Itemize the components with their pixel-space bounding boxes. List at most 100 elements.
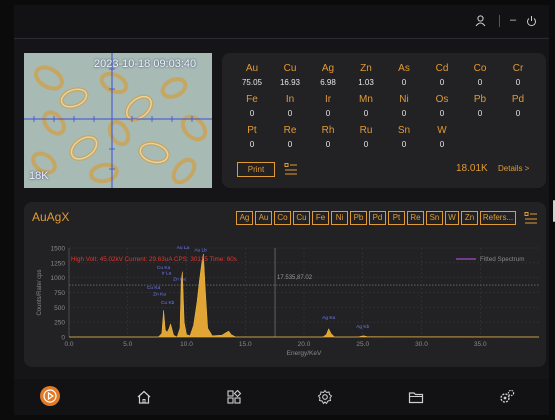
list-icon[interactable] xyxy=(284,162,298,176)
spectrum-chart[interactable]: 02505007501000125015000.0 5.0 10.0 15.0 20.0… xyxy=(24,202,546,367)
y-tick-label: 750 xyxy=(54,290,65,297)
element-symbol: Pd xyxy=(511,94,525,105)
element-cell-zn: Zn 1.03 xyxy=(346,63,386,87)
element-symbol: Cu xyxy=(283,63,297,74)
element-symbol: Cr xyxy=(512,63,524,74)
element-value: 0 xyxy=(477,109,483,118)
element-cell-ir: Ir 0 xyxy=(308,94,348,118)
x-tick-label: 20.0 xyxy=(298,341,311,348)
element-value: 0 xyxy=(363,109,369,118)
element-cell-ag: Ag 6.98 xyxy=(308,63,348,87)
header-divider xyxy=(14,38,549,39)
element-symbol: Ir xyxy=(324,94,332,105)
print-button[interactable]: Print xyxy=(237,162,275,177)
element-symbol: Sn xyxy=(397,125,411,136)
element-value: 1.03 xyxy=(358,78,374,87)
element-cell-co: Co 0 xyxy=(460,63,500,87)
element-value: 0 xyxy=(401,78,407,87)
peak-label: Ag Kb xyxy=(356,324,369,330)
element-value: 0 xyxy=(287,109,293,118)
element-cell-mn: Mn 0 xyxy=(346,94,386,118)
element-symbol: Pb xyxy=(473,94,487,105)
y-tick-label: 1000 xyxy=(51,275,66,282)
cursor-readout: 17.535,87.02 xyxy=(277,275,313,281)
play-icon xyxy=(43,389,57,403)
minimize-button[interactable]: – xyxy=(510,14,516,26)
element-value: 0 xyxy=(249,109,255,118)
element-symbol: Ni xyxy=(399,94,409,105)
element-value: 0 xyxy=(249,140,255,149)
element-cell-cu: Cu 16.93 xyxy=(270,63,310,87)
element-symbol: Cd xyxy=(435,63,449,74)
element-symbol: Os xyxy=(435,94,449,105)
peak-label: Ag Ka xyxy=(322,315,335,321)
element-cell-cr: Cr 0 xyxy=(498,63,538,87)
x-tick-label: 30.0 xyxy=(415,341,428,348)
element-symbol: W xyxy=(437,125,447,136)
y-tick-label: 1500 xyxy=(51,246,66,253)
element-value: 0 xyxy=(325,140,331,149)
element-symbol: Fe xyxy=(246,94,258,105)
element-symbol: Ag xyxy=(321,63,335,74)
x-tick-label: 10.0 xyxy=(180,341,193,348)
x-tick-label: 15.0 xyxy=(239,341,252,348)
element-symbol: In xyxy=(285,94,295,105)
x-tick-label: 25.0 xyxy=(356,341,369,348)
element-value: 16.93 xyxy=(279,78,301,87)
x-tick-label: 5.0 xyxy=(123,341,132,348)
y-tick-label: 250 xyxy=(54,320,65,327)
element-cell-fe: Fe 0 xyxy=(232,94,272,118)
element-value: 0 xyxy=(401,140,407,149)
total-counts: 18.01K xyxy=(456,163,488,174)
element-symbol: Au xyxy=(245,63,259,74)
details-link[interactable]: Details > xyxy=(498,164,529,173)
element-symbol: Mn xyxy=(359,94,373,105)
element-value: 75.05 xyxy=(241,78,263,87)
element-cell-re: Re 0 xyxy=(270,125,310,149)
element-value: 0 xyxy=(477,78,483,87)
element-value: 0 xyxy=(363,140,369,149)
element-cell-pd: Pd 0 xyxy=(498,94,538,118)
apps-icon[interactable] xyxy=(223,386,245,408)
element-cell-in: In 0 xyxy=(270,94,310,118)
power-icon[interactable] xyxy=(526,15,537,27)
peak-label: Cu Ka xyxy=(147,285,161,291)
element-symbol: Rh xyxy=(321,125,335,136)
peak-label: Ir La xyxy=(162,271,172,277)
element-value: 0 xyxy=(439,140,445,149)
element-symbol: Co xyxy=(473,63,487,74)
spectrum-panel: AuAgX Ag Au Co Cu Fe Ni Pb Pd Pt Re Sn W Zn Refers...… xyxy=(24,202,546,367)
element-symbol: As xyxy=(398,63,410,74)
top-bar: – xyxy=(14,5,549,37)
peak-label: Zn Ka xyxy=(153,291,166,297)
camera-preview[interactable]: 2023-10-18 09:03:40 18K xyxy=(24,53,212,188)
element-symbol: Re xyxy=(283,125,297,136)
user-icon[interactable] xyxy=(475,15,486,27)
home-icon[interactable] xyxy=(133,386,155,408)
element-cell-au: Au 75.05 xyxy=(232,63,272,87)
x-tick-label: 0.0 xyxy=(64,341,73,348)
element-symbol: Pt xyxy=(247,125,257,136)
peak-label: Au Lb xyxy=(194,248,207,254)
element-cell-os: Os 0 xyxy=(422,94,462,118)
y-axis-label: Counts/Rate/ cps xyxy=(37,269,43,315)
y-tick-label: 1250 xyxy=(51,260,66,267)
element-value: 0 xyxy=(287,140,293,149)
element-results-panel: Au 75.05 Cu 16.93 Ag 6.98 Zn 1.03 As 0 Cd 0 Co 0 Cr 0 Fe… xyxy=(222,53,546,188)
element-value: 0 xyxy=(325,109,331,118)
element-value: 0 xyxy=(439,109,445,118)
element-cell-sn: Sn 0 xyxy=(384,125,424,149)
element-symbol: Ru xyxy=(359,125,373,136)
peak-label: Au La xyxy=(177,245,190,251)
settings-icon[interactable] xyxy=(314,386,336,408)
element-cell-ni: Ni 0 xyxy=(384,94,424,118)
camera-timestamp: 2023-10-18 09:03:40 xyxy=(94,58,197,70)
start-button[interactable] xyxy=(40,386,60,406)
element-cell-pb: Pb 0 xyxy=(460,94,500,118)
element-value: 0 xyxy=(515,78,521,87)
element-cell-w: W0 xyxy=(422,125,462,149)
advanced-settings-icon[interactable] xyxy=(496,386,518,408)
sample-image xyxy=(24,53,212,188)
element-cell-pt: Pt 0 xyxy=(232,125,272,149)
folder-icon[interactable] xyxy=(405,386,427,408)
